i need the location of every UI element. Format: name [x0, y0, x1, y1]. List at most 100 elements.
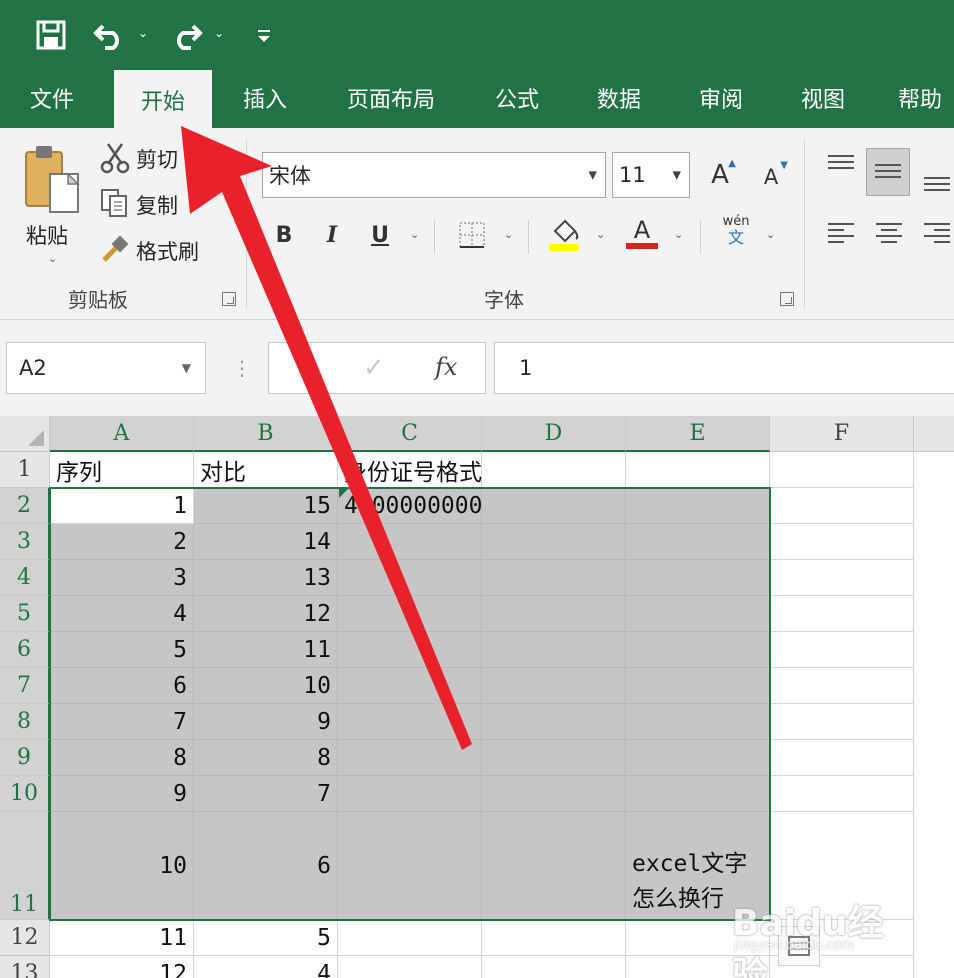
row-header[interactable]: 2 [0, 488, 50, 524]
cell-b6[interactable]: 11 [194, 632, 338, 668]
cell-b9[interactable]: 8 [194, 740, 338, 776]
paste-button[interactable]: 粘贴 ⌄ [14, 140, 88, 270]
cell-e1[interactable] [626, 452, 770, 488]
tab-home[interactable]: 开始 [114, 70, 212, 130]
tab-help[interactable]: 帮助 [886, 68, 954, 128]
row-header[interactable]: 1 [0, 452, 50, 488]
cell-f3[interactable] [770, 524, 914, 560]
cell-f7[interactable] [770, 668, 914, 704]
cell-a2[interactable]: 1 [50, 488, 194, 524]
cell-f6[interactable] [770, 632, 914, 668]
row-header[interactable]: 10 [0, 776, 50, 812]
cell-f4[interactable] [770, 560, 914, 596]
cell-b1[interactable]: 对比 [194, 452, 338, 488]
formula-input[interactable]: 1 [494, 342, 954, 394]
align-bottom-button[interactable] [920, 166, 954, 196]
cancel-entry-icon[interactable]: ✕ [297, 353, 319, 383]
row-header[interactable]: 12 [0, 920, 50, 956]
cell-e10[interactable] [626, 776, 770, 812]
save-button[interactable] [30, 12, 72, 58]
row-header[interactable]: 9 [0, 740, 50, 776]
row-header[interactable]: 4 [0, 560, 50, 596]
cell-e2[interactable] [626, 488, 770, 524]
cell-c5[interactable] [338, 596, 482, 632]
borders-dropdown-icon[interactable]: ⌄ [504, 228, 513, 241]
cell-b11[interactable]: 6 [194, 812, 338, 920]
bold-button[interactable]: B [270, 218, 298, 252]
cell-b5[interactable]: 12 [194, 596, 338, 632]
name-box-dropdown-icon[interactable]: ▼ [182, 361, 191, 375]
cell-d6[interactable] [482, 632, 626, 668]
cell-f9[interactable] [770, 740, 914, 776]
row-header[interactable]: 6 [0, 632, 50, 668]
font-color-button[interactable]: A [624, 216, 660, 250]
cell-a5[interactable]: 4 [50, 596, 194, 632]
align-top-button[interactable] [824, 150, 858, 180]
cell-c7[interactable] [338, 668, 482, 704]
row-header[interactable]: 3 [0, 524, 50, 560]
confirm-entry-icon[interactable]: ✓ [363, 353, 385, 383]
cell-b2[interactable]: 15 [194, 488, 338, 524]
cell-d10[interactable] [482, 776, 626, 812]
cell-c2[interactable]: 460000000000000000 [338, 488, 593, 524]
row-header[interactable]: 8 [0, 704, 50, 740]
cell-f2[interactable] [770, 488, 914, 524]
cell-c6[interactable] [338, 632, 482, 668]
cell-c3[interactable] [338, 524, 482, 560]
phonetic-button[interactable]: wén 文 [716, 214, 756, 248]
cell-a9[interactable]: 8 [50, 740, 194, 776]
fill-color-button[interactable] [546, 216, 582, 251]
column-header-c[interactable]: C [338, 416, 482, 452]
align-right-button[interactable] [920, 218, 954, 248]
cell-c12[interactable] [338, 920, 482, 956]
font-name-dropdown-icon[interactable]: ▼ [589, 169, 597, 182]
cell-a6[interactable]: 5 [50, 632, 194, 668]
undo-dropdown-icon[interactable]: ⌄ [138, 26, 148, 40]
tab-file[interactable]: 文件 [8, 68, 96, 128]
cut-button[interactable]: 剪切 [100, 140, 188, 176]
font-size-combo[interactable]: 11 ▼ [612, 152, 690, 198]
font-name-combo[interactable]: 宋体 ▼ [262, 152, 606, 198]
borders-button[interactable] [456, 218, 488, 252]
fill-color-dropdown-icon[interactable]: ⌄ [596, 228, 605, 241]
underline-button[interactable]: U [366, 218, 394, 252]
tab-formulas[interactable]: 公式 [478, 68, 556, 128]
redo-dropdown-icon[interactable]: ⌄ [214, 26, 224, 40]
tab-review[interactable]: 审阅 [682, 68, 760, 128]
cell-e9[interactable] [626, 740, 770, 776]
cell-f11[interactable] [770, 812, 914, 920]
italic-button[interactable]: I [318, 218, 346, 252]
customize-qat-button[interactable] [250, 12, 278, 58]
cell-d1[interactable] [482, 452, 626, 488]
cell-b10[interactable]: 7 [194, 776, 338, 812]
name-box[interactable]: A2 ▼ [6, 342, 206, 394]
column-header-g[interactable] [914, 416, 954, 452]
cell-e13[interactable] [626, 956, 770, 978]
clipboard-launcher-icon[interactable] [222, 292, 236, 306]
cell-a8[interactable]: 7 [50, 704, 194, 740]
cell-b12[interactable]: 5 [194, 920, 338, 956]
cell-a3[interactable]: 2 [50, 524, 194, 560]
cell-c13[interactable] [338, 956, 482, 978]
cell-a11[interactable]: 10 [50, 812, 194, 920]
cell-f10[interactable] [770, 776, 914, 812]
tab-page-layout[interactable]: 页面布局 [330, 68, 452, 128]
cell-e4[interactable] [626, 560, 770, 596]
cell-f1[interactable] [770, 452, 914, 488]
cell-c4[interactable] [338, 560, 482, 596]
font-size-dropdown-icon[interactable]: ▼ [673, 169, 681, 182]
cell-b13[interactable]: 4 [194, 956, 338, 978]
cell-a10[interactable]: 9 [50, 776, 194, 812]
font-color-dropdown-icon[interactable]: ⌄ [674, 228, 683, 241]
paste-dropdown-icon[interactable]: ⌄ [48, 252, 57, 265]
cell-c9[interactable] [338, 740, 482, 776]
shrink-font-button[interactable]: A ▼ [754, 160, 788, 194]
select-all-button[interactable] [0, 416, 50, 452]
font-launcher-icon[interactable] [780, 292, 794, 306]
cell-c1[interactable]: 身份证号格式 [338, 452, 482, 488]
cell-d7[interactable] [482, 668, 626, 704]
cell-d12[interactable] [482, 920, 626, 956]
cell-a7[interactable]: 6 [50, 668, 194, 704]
column-header-d[interactable]: D [482, 416, 626, 452]
cell-b4[interactable]: 13 [194, 560, 338, 596]
